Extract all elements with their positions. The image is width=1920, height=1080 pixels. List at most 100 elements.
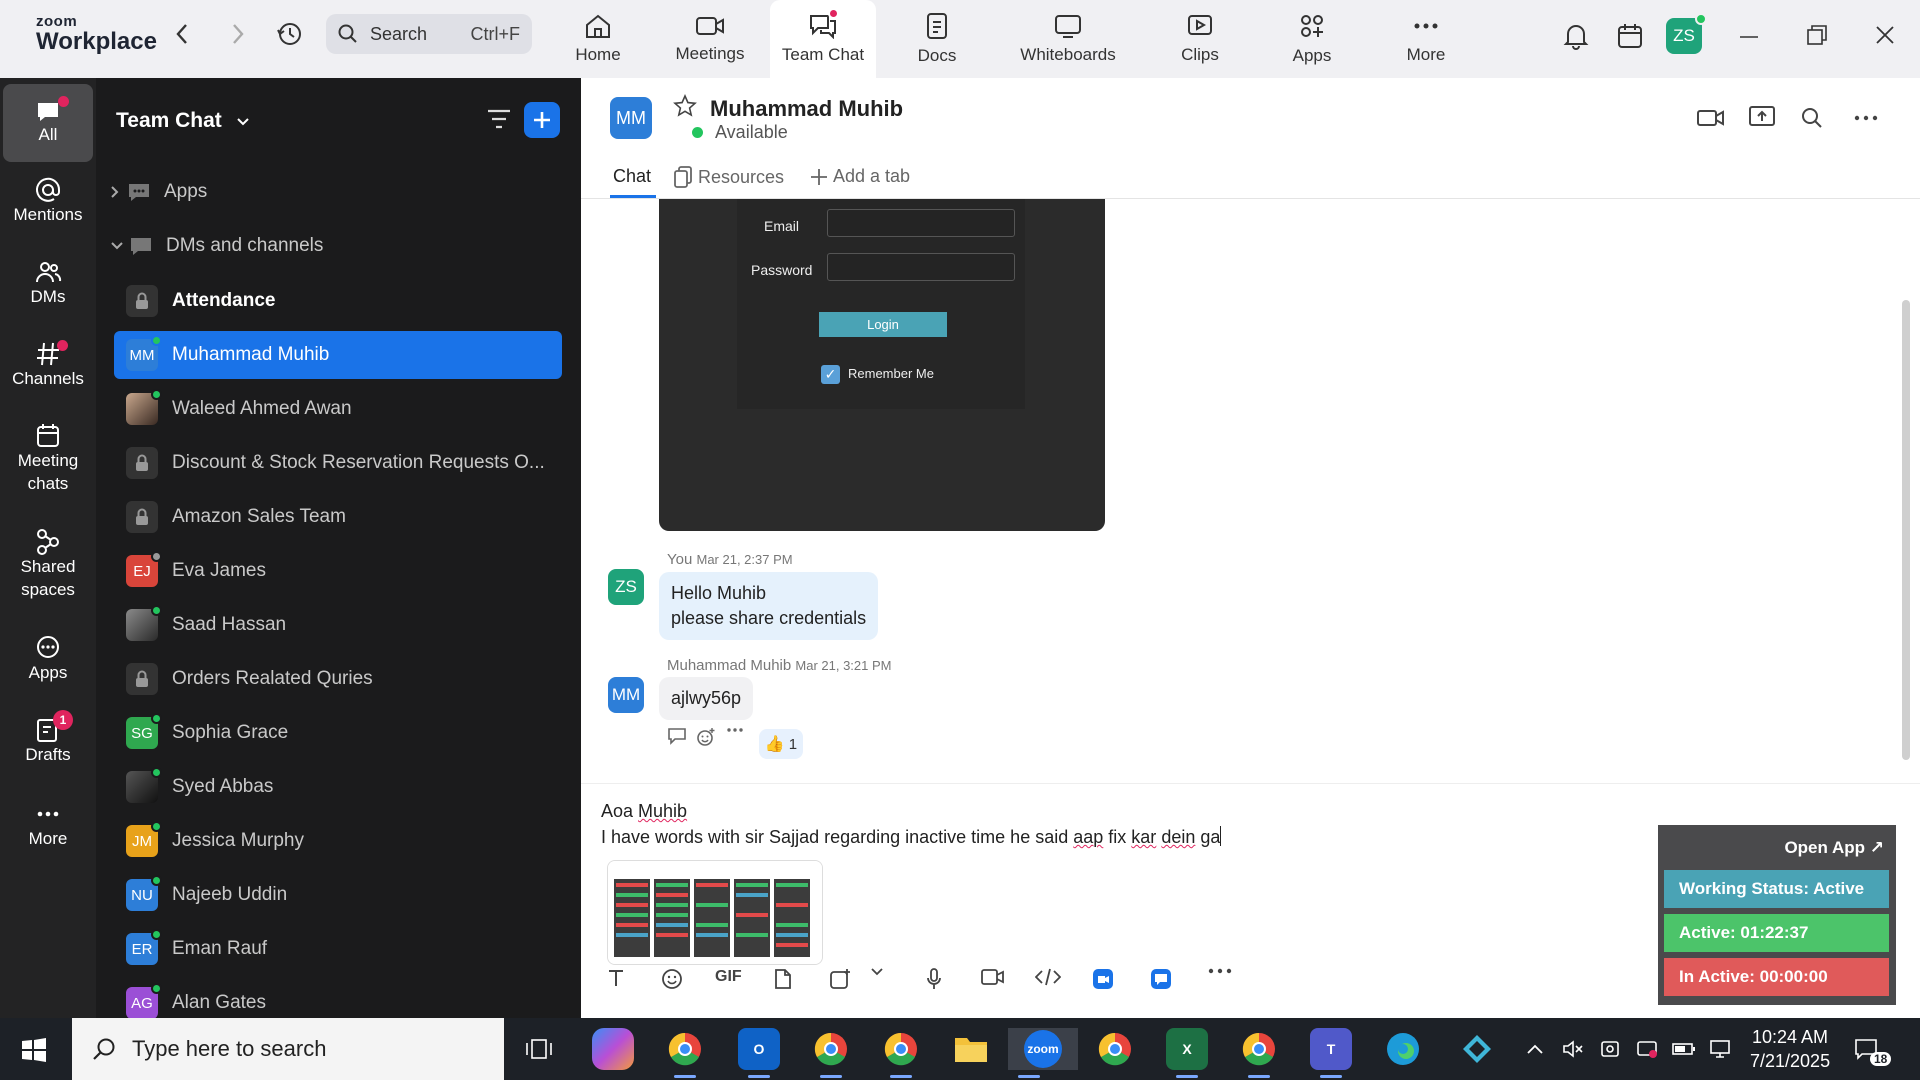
excel-icon[interactable]: X xyxy=(1166,1028,1208,1078)
chrome-icon[interactable] xyxy=(810,1028,852,1078)
conversation-scrollbar[interactable] xyxy=(1902,300,1910,760)
reply-icon[interactable] xyxy=(667,727,687,745)
forward-arrow-icon[interactable] xyxy=(224,20,252,48)
section-apps[interactable]: Apps xyxy=(110,168,558,216)
chat-item-najeeb-uddin[interactable]: NU Najeeb Uddin xyxy=(114,871,562,919)
chat-item-syed-abbas[interactable]: Syed Abbas xyxy=(114,763,562,811)
message-bubble[interactable]: Hello Muhib please share credentials xyxy=(659,572,879,641)
app-diamond-icon[interactable] xyxy=(1456,1028,1498,1070)
search-icon[interactable] xyxy=(1801,107,1823,134)
file-explorer-icon[interactable] xyxy=(950,1028,992,1070)
notification-center-icon[interactable]: 18 xyxy=(1854,1018,1892,1080)
rail-shared-spaces[interactable]: Shared spaces xyxy=(3,528,93,602)
tab-clips[interactable]: Clips xyxy=(1178,0,1222,78)
meet-now-icon[interactable] xyxy=(1600,1018,1620,1080)
taskbar-search-box[interactable]: Type here to search xyxy=(72,1018,504,1080)
copilot-icon[interactable] xyxy=(592,1028,634,1070)
more-options-icon[interactable] xyxy=(1853,108,1879,133)
team-chat-title[interactable]: Team Chat xyxy=(116,109,250,133)
rail-mentions[interactable]: Mentions xyxy=(3,176,93,227)
screenshot-icon[interactable] xyxy=(829,968,851,990)
close-icon[interactable] xyxy=(1870,20,1900,50)
notifications-bell-icon[interactable] xyxy=(1560,20,1592,52)
task-view-icon[interactable] xyxy=(518,1028,560,1070)
chat-item-jessica-murphy[interactable]: JM Jessica Murphy xyxy=(114,817,562,865)
chat-item-sophia-grace[interactable]: SG Sophia Grace xyxy=(114,709,562,757)
conversation-name[interactable]: Muhammad Muhib xyxy=(710,96,903,122)
tab-resources[interactable]: Resources xyxy=(673,166,784,188)
calendar-icon[interactable] xyxy=(1614,20,1646,52)
chat-app-icon[interactable] xyxy=(1150,968,1172,990)
network-icon[interactable] xyxy=(1708,1018,1732,1080)
emoji-icon[interactable] xyxy=(661,968,683,990)
filter-icon[interactable] xyxy=(486,108,512,135)
tab-apps[interactable]: Apps xyxy=(1291,0,1333,78)
chat-item-eman-rauf[interactable]: ER Eman Rauf xyxy=(114,925,562,973)
text-format-icon[interactable] xyxy=(607,968,625,988)
screen-record-icon[interactable] xyxy=(1636,1018,1658,1080)
file-attach-icon[interactable] xyxy=(774,968,792,990)
open-app-link[interactable]: Open App ↗ xyxy=(1784,838,1884,858)
chat-item-alan-gates[interactable]: AG Alan Gates xyxy=(114,979,562,1018)
rail-apps[interactable]: Apps xyxy=(3,634,93,685)
message-more-icon[interactable] xyxy=(726,727,744,733)
chat-item-amazon-sales-team[interactable]: Amazon Sales Team xyxy=(114,493,562,541)
sender-avatar[interactable]: MM xyxy=(608,677,644,713)
chat-item-discount-stock[interactable]: Discount & Stock Reservation Requests O.… xyxy=(114,439,562,487)
add-tab-button[interactable]: Add a tab xyxy=(810,166,910,187)
volume-muted-icon[interactable] xyxy=(1562,1018,1584,1080)
video-message-icon[interactable] xyxy=(981,968,1005,986)
sender-avatar[interactable]: ZS xyxy=(608,569,644,605)
rail-meeting-chats[interactable]: Meeting chats xyxy=(3,422,93,496)
windows-start-icon[interactable] xyxy=(22,1038,46,1067)
restore-icon[interactable] xyxy=(1802,20,1832,50)
section-dms-channels[interactable]: DMs and channels xyxy=(110,222,558,270)
star-icon[interactable] xyxy=(673,94,697,123)
video-call-icon[interactable] xyxy=(1697,108,1725,133)
tab-meetings[interactable]: Meetings xyxy=(669,0,751,78)
composer-more-icon[interactable] xyxy=(1208,968,1232,974)
tab-team-chat[interactable]: Team Chat xyxy=(770,0,876,78)
zoom-app-icon[interactable] xyxy=(1092,968,1114,990)
chat-item-muhammad-muhib[interactable]: MM Muhammad Muhib xyxy=(114,331,562,379)
tab-home[interactable]: Home xyxy=(564,0,632,78)
chat-item-attendance[interactable]: Attendance xyxy=(114,277,562,325)
microphone-icon[interactable] xyxy=(926,968,942,990)
search-box[interactable]: Search Ctrl+F xyxy=(326,14,532,54)
new-chat-button[interactable] xyxy=(524,102,560,138)
chrome-profile-icon[interactable] xyxy=(664,1028,706,1078)
rail-all[interactable]: All xyxy=(3,84,93,162)
message-composer-input[interactable]: Aoa Muhib I have words with sir Sajjad r… xyxy=(601,798,1222,850)
profile-avatar[interactable]: ZS xyxy=(1666,13,1707,54)
chat-item-eva-james[interactable]: EJ Eva James xyxy=(114,547,562,595)
chrome-profile-icon[interactable] xyxy=(880,1028,922,1078)
edge-icon[interactable] xyxy=(1382,1028,1424,1070)
chat-item-waleed-ahmed-awan[interactable]: Waleed Ahmed Awan xyxy=(114,385,562,433)
tab-chat[interactable]: Chat xyxy=(613,166,651,187)
back-arrow-icon[interactable] xyxy=(168,20,196,48)
teams-icon[interactable]: T xyxy=(1310,1028,1352,1078)
chat-item-saad-hassan[interactable]: Saad Hassan xyxy=(114,601,562,649)
zoom-taskbar-icon[interactable]: zoom xyxy=(1008,1028,1078,1078)
outlook-icon[interactable]: O xyxy=(738,1028,780,1078)
gif-button[interactable]: GIF xyxy=(715,968,742,986)
thumbs-up-reaction[interactable]: 👍 1 xyxy=(759,729,803,759)
rail-channels[interactable]: Channels xyxy=(3,340,93,391)
message-bubble[interactable]: ajlwy56p xyxy=(659,677,754,721)
share-screen-icon[interactable] xyxy=(1749,106,1775,133)
minimize-icon[interactable] xyxy=(1734,22,1764,52)
rail-more[interactable]: More xyxy=(3,800,93,851)
code-snippet-icon[interactable] xyxy=(1035,968,1061,986)
chevron-down-icon[interactable] xyxy=(871,968,883,976)
tab-docs[interactable]: Docs xyxy=(914,0,960,78)
conversation-avatar[interactable]: MM xyxy=(610,97,652,139)
tab-more[interactable]: More xyxy=(1402,0,1450,78)
system-clock[interactable]: 10:24 AM 7/21/2025 xyxy=(1750,1025,1830,1073)
rail-drafts[interactable]: 1 Drafts xyxy=(3,710,93,767)
chrome-profile-icon[interactable] xyxy=(1238,1028,1280,1078)
add-reaction-icon[interactable] xyxy=(696,727,716,747)
rail-dms[interactable]: DMs xyxy=(3,258,93,309)
chat-item-orders-queries[interactable]: Orders Realated Quries xyxy=(114,655,562,703)
show-hidden-icons[interactable] xyxy=(1526,1018,1544,1080)
attached-image-thumbnail[interactable] xyxy=(607,860,823,965)
